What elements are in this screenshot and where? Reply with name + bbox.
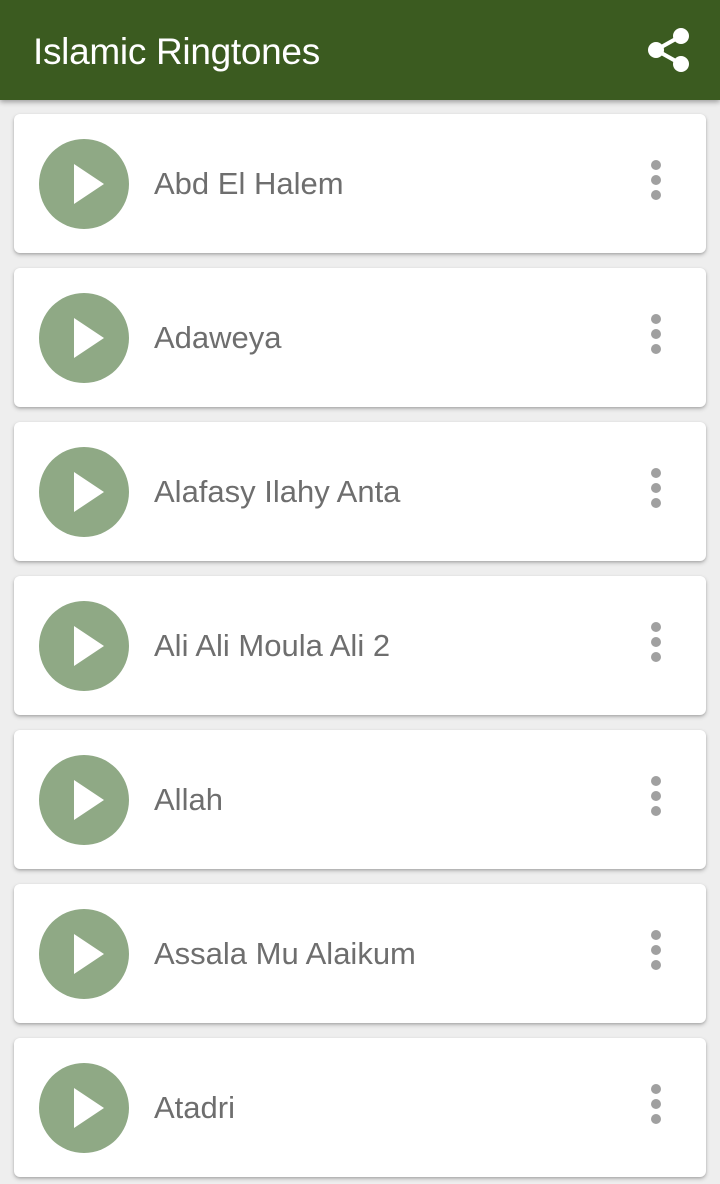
more-options-button[interactable] bbox=[640, 158, 672, 210]
more-vert-icon-dot bbox=[651, 329, 661, 339]
more-vert-icon-dot bbox=[651, 1114, 661, 1124]
ringtone-item[interactable]: Assala Mu Alaikum bbox=[14, 884, 706, 1023]
ringtone-name: Ali Ali Moula Ali 2 bbox=[154, 628, 391, 663]
play-icon bbox=[74, 934, 104, 974]
more-options-button[interactable] bbox=[640, 620, 672, 672]
play-button[interactable] bbox=[39, 139, 129, 229]
more-options-button[interactable] bbox=[640, 466, 672, 518]
ringtone-name: Allah bbox=[154, 782, 223, 817]
more-vert-icon-dot bbox=[651, 175, 661, 185]
more-vert-icon-dot bbox=[651, 652, 661, 662]
share-icon bbox=[648, 28, 689, 72]
ringtone-item[interactable]: Alafasy Ilahy Anta bbox=[14, 422, 706, 561]
more-options-button[interactable] bbox=[640, 312, 672, 364]
more-vert-icon-dot bbox=[651, 1099, 661, 1109]
more-vert-icon bbox=[651, 776, 661, 786]
more-vert-icon-dot bbox=[651, 190, 661, 200]
more-vert-icon bbox=[651, 1084, 661, 1094]
play-icon bbox=[74, 164, 104, 204]
share-button[interactable] bbox=[643, 24, 695, 76]
more-vert-icon-dot bbox=[651, 806, 661, 816]
more-options-button[interactable] bbox=[640, 774, 672, 826]
more-vert-icon bbox=[651, 930, 661, 940]
more-vert-icon-dot bbox=[651, 637, 661, 647]
more-options-button[interactable] bbox=[640, 1082, 672, 1134]
ringtone-name: Abd El Halem bbox=[154, 166, 344, 201]
play-icon bbox=[74, 1088, 104, 1128]
more-vert-icon bbox=[651, 622, 661, 632]
ringtone-name: Alafasy Ilahy Anta bbox=[154, 474, 401, 509]
ringtone-name: Adaweya bbox=[154, 320, 282, 355]
ringtone-list: Abd El Halem Adaweya Alafasy Ilahy Anta … bbox=[14, 114, 706, 1184]
play-button[interactable] bbox=[39, 293, 129, 383]
ringtone-name: Atadri bbox=[154, 1090, 235, 1125]
more-vert-icon-dot bbox=[651, 791, 661, 801]
more-options-button[interactable] bbox=[640, 928, 672, 980]
ringtone-name: Assala Mu Alaikum bbox=[154, 936, 416, 971]
more-vert-icon-dot bbox=[651, 945, 661, 955]
play-icon bbox=[74, 318, 104, 358]
more-vert-icon bbox=[651, 160, 661, 170]
ringtone-item[interactable]: Allah bbox=[14, 730, 706, 869]
play-button[interactable] bbox=[39, 601, 129, 691]
app-title: Islamic Ringtones bbox=[33, 31, 320, 72]
ringtone-item[interactable]: Abd El Halem bbox=[14, 114, 706, 253]
more-vert-icon-dot bbox=[651, 483, 661, 493]
ringtone-item[interactable]: Adaweya bbox=[14, 268, 706, 407]
more-vert-icon-dot bbox=[651, 498, 661, 508]
play-icon bbox=[74, 780, 104, 820]
play-button[interactable] bbox=[39, 447, 129, 537]
play-button[interactable] bbox=[39, 755, 129, 845]
more-vert-icon-dot bbox=[651, 344, 661, 354]
play-button[interactable] bbox=[39, 909, 129, 999]
ringtone-item[interactable]: Ali Ali Moula Ali 2 bbox=[14, 576, 706, 715]
more-vert-icon bbox=[651, 468, 661, 478]
ringtone-item[interactable]: Atadri bbox=[14, 1038, 706, 1177]
play-icon bbox=[74, 626, 104, 666]
play-button[interactable] bbox=[39, 1063, 129, 1153]
more-vert-icon-dot bbox=[651, 960, 661, 970]
app-bar: Islamic Ringtones bbox=[0, 0, 720, 100]
more-vert-icon bbox=[651, 314, 661, 324]
play-icon bbox=[74, 472, 104, 512]
